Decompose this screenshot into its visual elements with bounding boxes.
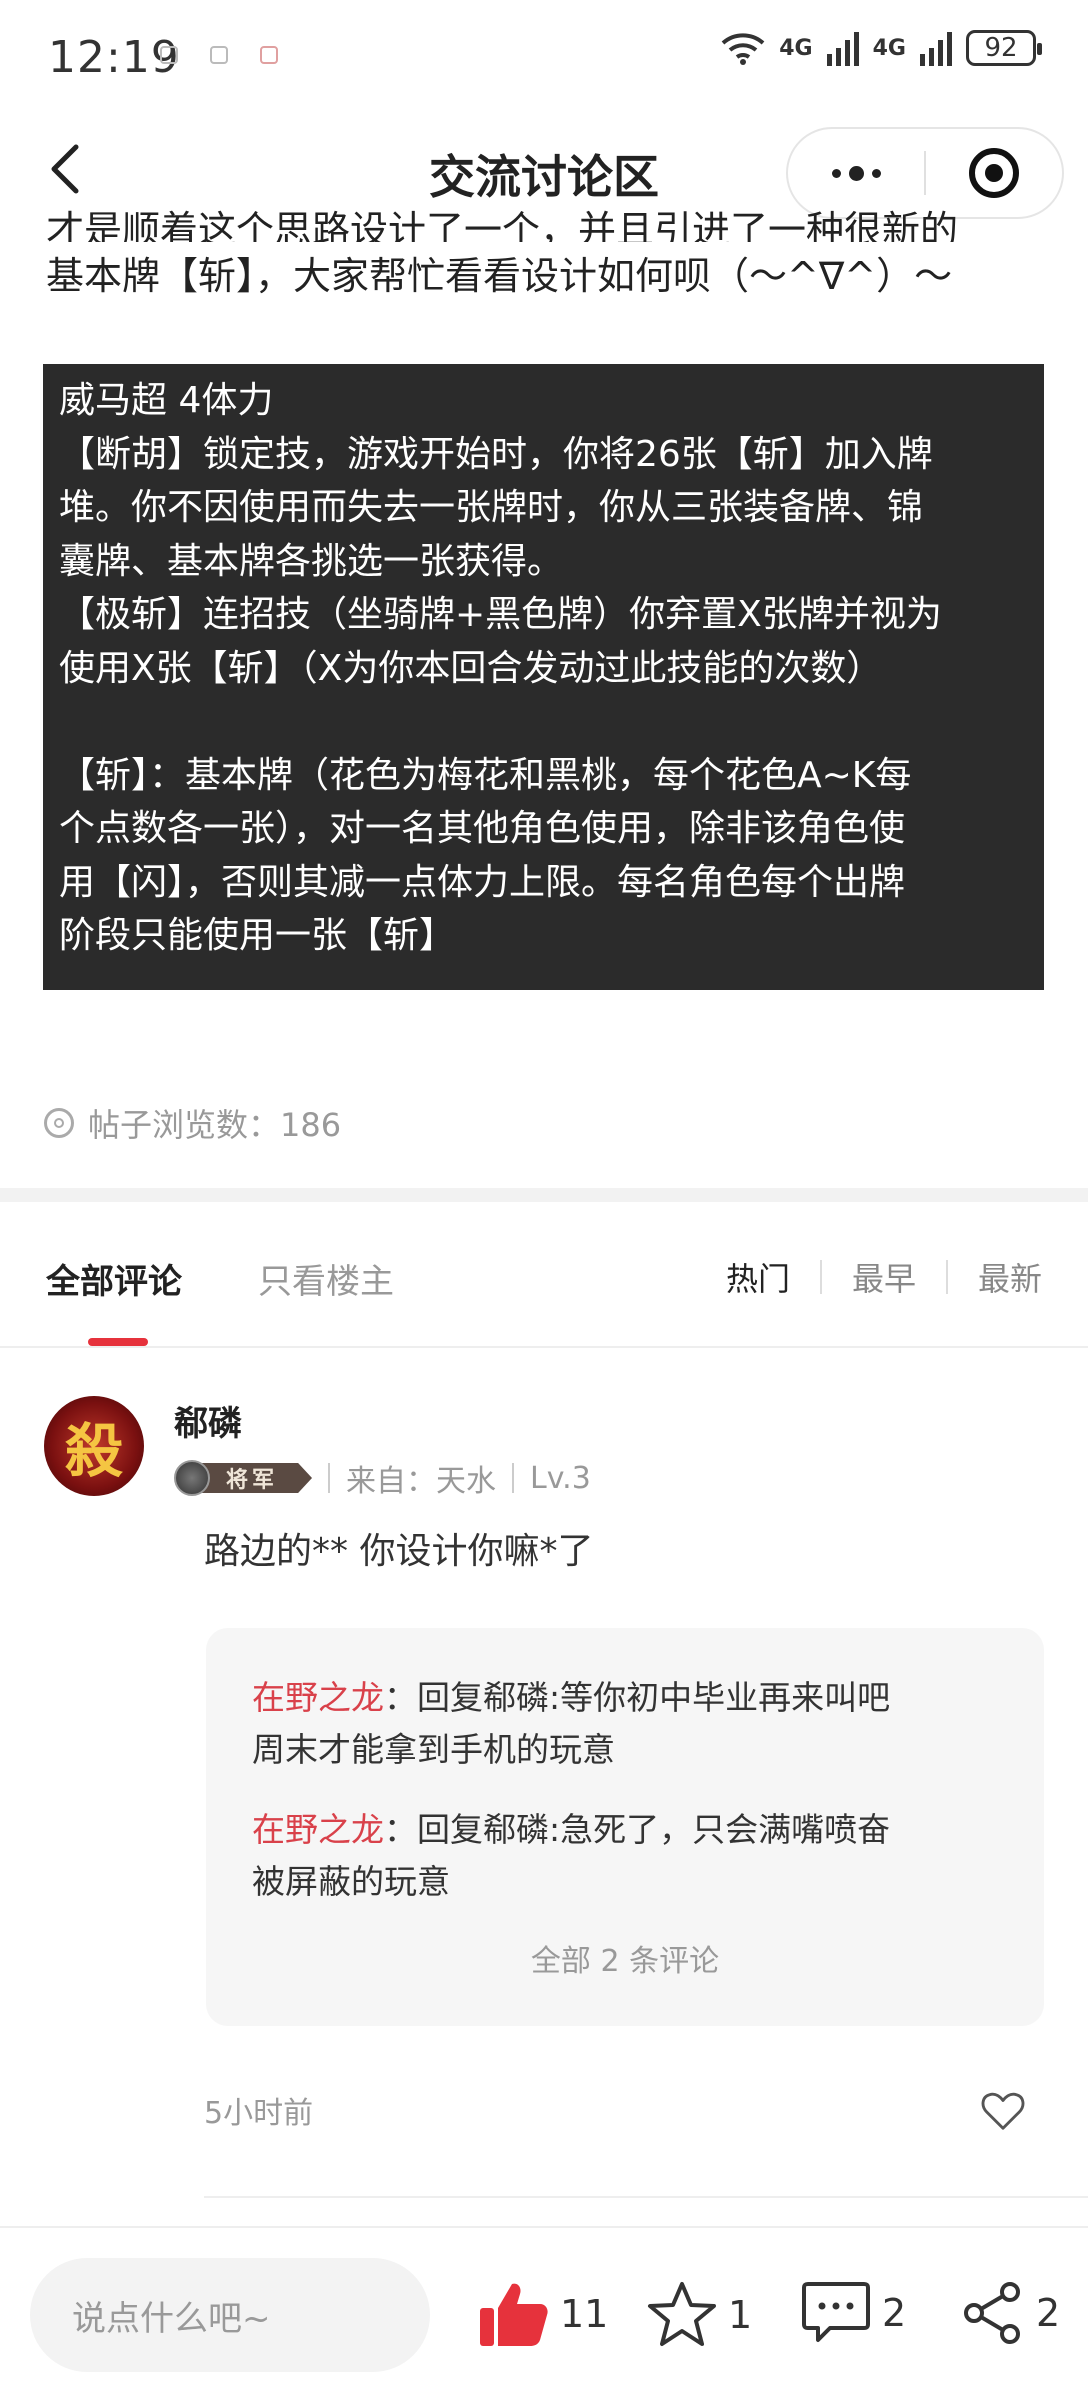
comment-count: 2 bbox=[882, 2291, 907, 2335]
star-icon bbox=[648, 2282, 716, 2346]
reply-author[interactable]: 在野之龙 bbox=[252, 1678, 384, 1717]
meta-divider bbox=[512, 1463, 515, 1493]
tab-all-comments[interactable]: 全部评论 bbox=[46, 1254, 182, 1303]
star-count: 1 bbox=[728, 2293, 753, 2337]
comment-input[interactable]: 说点什么吧~ bbox=[30, 2258, 430, 2372]
reply-text: ：回复郗磷:急死了，只会满嘴喷奋 bbox=[384, 1810, 891, 1849]
tab-owner-only[interactable]: 只看楼主 bbox=[258, 1254, 394, 1303]
comment-text: 路边的** 你设计你嘛*了 bbox=[204, 1531, 594, 1572]
comment-meta: 将军 来自：天水 Lv.3 bbox=[174, 1456, 591, 1500]
reply-text: 被屏蔽的玩意 bbox=[252, 1862, 450, 1901]
views-label: 帖子浏览数： bbox=[88, 1106, 281, 1144]
notification-icon bbox=[160, 46, 178, 64]
battery-icon: 92 bbox=[966, 30, 1042, 66]
comment-button[interactable]: 2 bbox=[800, 2280, 906, 2346]
box-line: 【斩】：基本牌（花色为梅花和黑桃，每个花色A~K每 bbox=[59, 754, 912, 796]
box-line: 使用X张【斩】（X为你本回合发动过此技能的次数） bbox=[59, 647, 883, 689]
meta-divider bbox=[328, 1463, 331, 1493]
like-count: 11 bbox=[560, 2292, 609, 2336]
status-bar: 12:19 4G 4G 92 bbox=[0, 0, 1088, 115]
box-line: 用【闪】，否则其减一点体力上限。每名角色每个出牌 bbox=[59, 861, 906, 903]
post-intro-line: 基本牌【斩】，大家帮忙看看设计如何呗（～^∇^）～ bbox=[46, 254, 953, 298]
share-button[interactable]: 2 bbox=[960, 2280, 1060, 2346]
sort-divider bbox=[819, 1260, 822, 1294]
rank-badge: 将军 bbox=[174, 1460, 313, 1496]
notification-icons bbox=[160, 46, 278, 64]
view-count: 帖子浏览数：186 bbox=[44, 1100, 341, 1146]
comment-time: 5小时前 bbox=[204, 2096, 314, 2131]
reply-item[interactable]: 在野之龙：回复郗磷:等你初中毕业再来叫吧 周末才能拿到手机的玩意 bbox=[252, 1672, 998, 1776]
comment-divider bbox=[204, 2196, 1088, 2198]
box-line: 堆。你不因使用而失去一张牌时，你从三张装备牌、锦 bbox=[59, 487, 924, 528]
comment-source: 来自：天水 bbox=[346, 1464, 497, 1499]
skill-description-box: 威马超 4体力 【断胡】锁定技，游戏开始时，你将26张【斩】加入牌 堆。你不因使… bbox=[43, 364, 1044, 990]
replies-box: 在野之龙：回复郗磷:等你初中毕业再来叫吧 周末才能拿到手机的玩意 在野之龙：回复… bbox=[206, 1628, 1044, 2026]
reply-item[interactable]: 在野之龙：回复郗磷:急死了，只会满嘴喷奋 被屏蔽的玩意 bbox=[252, 1804, 998, 1908]
comment-level: Lv.3 bbox=[530, 1460, 591, 1496]
section-divider bbox=[0, 1188, 1088, 1202]
share-count: 2 bbox=[1036, 2291, 1061, 2335]
post-intro-line: 才是顺着这个思路设计了一个，并且引进了一种很新的 bbox=[46, 208, 959, 242]
eye-icon bbox=[44, 1108, 74, 1138]
box-line: 威马超 4体力 bbox=[59, 380, 274, 421]
reply-author[interactable]: 在野之龙 bbox=[252, 1810, 384, 1849]
notification-icon bbox=[210, 46, 228, 64]
sort-earliest[interactable]: 最早 bbox=[852, 1254, 916, 1300]
rank-label: 将军 bbox=[196, 1463, 313, 1493]
thumbs-up-icon bbox=[480, 2283, 548, 2346]
avatar[interactable]: 殺 bbox=[44, 1396, 144, 1496]
like-button[interactable]: 11 bbox=[478, 2280, 608, 2348]
bottom-action-bar: 说点什么吧~ 11 1 2 2 bbox=[0, 2226, 1088, 2400]
reply-text: ：回复郗磷:等你初中毕业再来叫吧 bbox=[384, 1678, 891, 1717]
post-intro: 才是顺着这个思路设计了一个，并且引进了一种很新的 基本牌【斩】，大家帮忙看看设计… bbox=[46, 208, 1056, 310]
notification-icon bbox=[260, 46, 278, 64]
network-type: 4G bbox=[779, 35, 813, 61]
reply-text: 周末才能拿到手机的玩意 bbox=[252, 1730, 615, 1769]
view-all-replies[interactable]: 全部 2 条评论 bbox=[252, 1936, 998, 1980]
active-tab-indicator bbox=[88, 1338, 148, 1346]
network-type: 4G bbox=[872, 35, 906, 61]
rank-emblem-icon bbox=[174, 1460, 210, 1496]
sort-newest[interactable]: 最新 bbox=[978, 1254, 1042, 1300]
sort-divider bbox=[945, 1260, 948, 1294]
box-line: 【断胡】锁定技，游戏开始时，你将26张【斩】加入牌 bbox=[59, 433, 933, 475]
share-icon bbox=[964, 2282, 1020, 2344]
wifi-icon bbox=[721, 33, 765, 65]
box-line: 阶段只能使用一张【斩】 bbox=[59, 915, 456, 956]
battery-level: 92 bbox=[984, 33, 1018, 63]
box-line: 个点数各一张），对一名其他角色使用，除非该角色使 bbox=[59, 808, 906, 849]
heart-icon[interactable] bbox=[980, 2088, 1026, 2134]
status-right: 4G 4G 92 bbox=[721, 30, 1042, 66]
signal-icon bbox=[826, 30, 859, 66]
comment-tabs: 全部评论 只看楼主 热门 最早 最新 bbox=[0, 1202, 1088, 1348]
box-line: 囊牌、基本牌各挑选一张获得。 bbox=[59, 540, 564, 582]
comment-username[interactable]: 郗磷 bbox=[174, 1396, 242, 1445]
sort-options: 热门 最早 最新 bbox=[726, 1254, 1042, 1300]
views-count: 186 bbox=[280, 1106, 342, 1144]
comment-bubble-icon bbox=[802, 2282, 870, 2342]
favorite-button[interactable]: 1 bbox=[646, 2280, 752, 2350]
box-line: 【极斩】连招技（坐骑牌+黑色牌）你弃置X张牌并视为 bbox=[59, 594, 942, 635]
signal-icon bbox=[920, 30, 952, 66]
box-spacer bbox=[59, 695, 1030, 749]
sort-hot[interactable]: 热门 bbox=[726, 1254, 790, 1300]
